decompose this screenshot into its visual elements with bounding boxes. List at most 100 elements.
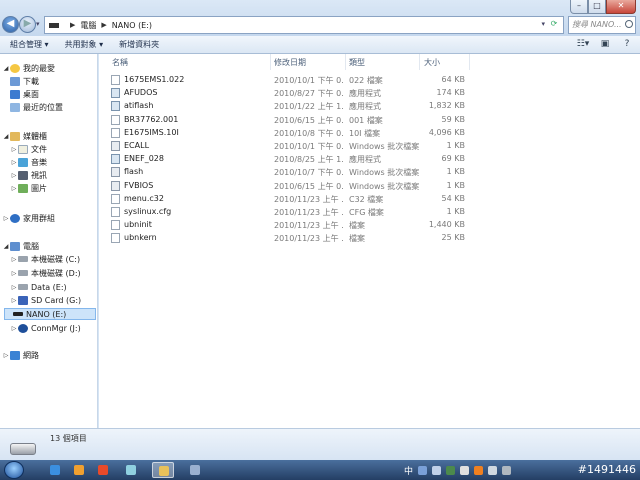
column-header-type[interactable]: 類型 [349, 57, 365, 68]
expand-icon[interactable]: ▷ [10, 185, 18, 192]
organize-button[interactable]: 組合管理 ▾ [10, 39, 49, 50]
app-icon [126, 465, 136, 475]
column-divider[interactable] [270, 54, 271, 70]
collapse-icon[interactable]: ◢ [2, 133, 10, 140]
table-row[interactable]: atiflash 2010/1/22 上午 1... 應用程式 1,832 KB [109, 100, 469, 113]
table-row[interactable]: BR37762.001 2010/6/15 上午 0... 001 檔案 59 KB [109, 114, 469, 127]
forward-button[interactable]: ▶ [19, 16, 36, 33]
start-button[interactable] [4, 461, 24, 479]
taskbar-app[interactable] [184, 462, 206, 478]
maximize-button[interactable]: □ [588, 0, 606, 14]
collapse-icon[interactable]: ◢ [2, 243, 10, 250]
nav-recent[interactable]: 最近的位置 [10, 101, 63, 113]
column-divider[interactable] [345, 54, 346, 70]
nav-drive-j[interactable]: ▷ ConnMgr (J:) [10, 322, 81, 334]
history-dropdown-icon[interactable]: ▾ [36, 20, 40, 28]
nav-music[interactable]: ▷ 音樂 [10, 156, 47, 168]
nav-computer[interactable]: ◢ 電腦 [2, 240, 39, 252]
refresh-icon[interactable]: ⟳ [547, 19, 561, 31]
tray-icon[interactable] [446, 466, 456, 475]
homegroup-icon [10, 213, 20, 223]
view-options-icon[interactable]: ☷▾ [576, 39, 590, 50]
column-header-size[interactable]: 大小 [424, 57, 440, 68]
expand-icon[interactable]: ▷ [10, 256, 18, 263]
nav-network[interactable]: ▷ 網路 [2, 349, 39, 361]
tray-icon[interactable] [460, 466, 470, 475]
pictures-icon [18, 183, 28, 193]
nav-drive-e-data[interactable]: ▷ Data (E:) [10, 281, 67, 293]
new-folder-button[interactable]: 新增資料夾 [119, 39, 159, 50]
file-icon [111, 233, 120, 244]
preview-pane-icon[interactable]: ▣ [598, 39, 612, 50]
table-row[interactable]: menu.c32 2010/11/23 上午 ... C32 檔案 54 KB [109, 193, 469, 206]
expand-icon[interactable]: ▷ [10, 159, 18, 166]
expand-icon[interactable]: ▷ [10, 270, 18, 277]
explorer-window: – □ ✕ ◀ ▶ ▾ ▶ 電腦 ▶ NANO (E:) ▾ ⟳ 搜尋 NANO… [0, 0, 640, 460]
nav-homegroup[interactable]: ▷ 家用群組 [2, 212, 55, 224]
search-input[interactable]: 搜尋 NANO... [568, 16, 636, 34]
ime-indicator[interactable]: 中 [404, 464, 413, 477]
breadcrumb-nano[interactable]: NANO (E:) [112, 21, 152, 30]
nav-favorites[interactable]: ◢ 我的最愛 [2, 62, 55, 74]
help-icon[interactable]: ? [620, 39, 634, 50]
tray-icon[interactable] [418, 466, 428, 475]
column-header-date[interactable]: 修改日期 [274, 57, 306, 68]
table-row[interactable]: 1675EMS1.022 2010/10/1 下午 0... 022 檔案 64 KB [109, 74, 469, 87]
table-row[interactable]: ubnkern 2010/11/23 上午 ... 檔案 25 KB [109, 232, 469, 245]
column-header-name[interactable]: 名稱 [112, 57, 128, 68]
breadcrumb-computer[interactable]: 電腦 [80, 20, 96, 31]
taskbar-explorer[interactable] [152, 462, 174, 478]
nav-desktop[interactable]: 桌面 [10, 88, 39, 100]
expand-icon[interactable]: ▷ [10, 325, 18, 332]
expand-icon[interactable]: ▷ [2, 215, 10, 222]
table-row[interactable]: flash 2010/10/7 下午 0... Windows 批次檔案 1 KB [109, 166, 469, 179]
chevron-right-icon[interactable]: ▶ [101, 21, 106, 29]
file-date: 2010/11/23 上午 ... [274, 234, 344, 244]
expand-icon[interactable]: ▷ [2, 352, 10, 359]
address-dropdown-icon[interactable]: ▾ [541, 20, 545, 28]
column-divider[interactable] [419, 54, 420, 70]
expand-icon[interactable]: ▷ [10, 172, 18, 179]
chevron-right-icon[interactable]: ▶ [70, 21, 75, 29]
tray-icon[interactable] [502, 466, 512, 475]
nav-label: 媒體櫃 [23, 131, 47, 141]
table-row[interactable]: ubninit 2010/11/23 上午 ... 檔案 1,440 KB [109, 219, 469, 232]
close-button[interactable]: ✕ [606, 0, 636, 14]
collapse-icon[interactable]: ◢ [2, 65, 10, 72]
expand-icon[interactable]: ▷ [10, 297, 18, 304]
media-player-icon [74, 465, 84, 475]
file-size: 69 KB [441, 154, 465, 164]
file-size: 4,096 KB [428, 127, 465, 137]
nav-drive-c[interactable]: ▷ 本機磁碟 (C:) [10, 253, 80, 265]
tray-icon[interactable] [488, 466, 498, 475]
nav-pictures[interactable]: ▷ 圖片 [10, 182, 47, 194]
minimize-button[interactable]: – [570, 0, 588, 14]
tray-icon[interactable] [474, 466, 484, 475]
expand-icon[interactable]: ▷ [10, 284, 18, 291]
expand-icon[interactable]: ▷ [10, 146, 18, 153]
share-with-button[interactable]: 共用對象 ▾ [65, 39, 104, 50]
taskbar-app[interactable] [92, 462, 114, 478]
table-row[interactable]: syslinux.cfg 2010/11/23 上午 ... CFG 檔案 1 KB [109, 206, 469, 219]
nav-libraries[interactable]: ◢ 媒體櫃 [2, 130, 47, 142]
tray-icon[interactable] [432, 466, 442, 475]
search-icon[interactable] [625, 20, 633, 28]
back-button[interactable]: ◀ [2, 16, 19, 33]
nav-drive-d[interactable]: ▷ 本機磁碟 (D:) [10, 267, 81, 279]
address-bar[interactable]: ▶ 電腦 ▶ NANO (E:) ▾ ⟳ [44, 16, 564, 34]
file-size: 1,832 KB [428, 101, 465, 111]
taskbar-media[interactable] [68, 462, 90, 478]
nav-drive-nano[interactable]: NANO (E:) [4, 308, 96, 320]
table-row[interactable]: AFUDOS 2010/8/27 下午 0... 應用程式 174 KB [109, 87, 469, 100]
taskbar-ie[interactable] [44, 462, 66, 478]
table-row[interactable]: E1675IMS.10I 2010/10/8 下午 0... 10I 檔案 4,096… [109, 127, 469, 140]
nav-drive-g[interactable]: ▷ SD Card (G:) [10, 294, 81, 306]
table-row[interactable]: ECALL 2010/10/1 下午 0... Windows 批次檔案 1 KB [109, 140, 469, 153]
column-divider[interactable] [469, 54, 470, 70]
nav-downloads[interactable]: 下載 [10, 75, 39, 87]
taskbar-app[interactable] [120, 462, 142, 478]
nav-videos[interactable]: ▷ 視訊 [10, 169, 47, 181]
table-row[interactable]: FVBIOS 2010/6/15 上午 0... Windows 批次檔案 1 KB [109, 180, 469, 193]
table-row[interactable]: ENEF_028 2010/8/25 上午 1... 應用程式 69 KB [109, 153, 469, 166]
nav-documents[interactable]: ▷ 文件 [10, 143, 47, 155]
